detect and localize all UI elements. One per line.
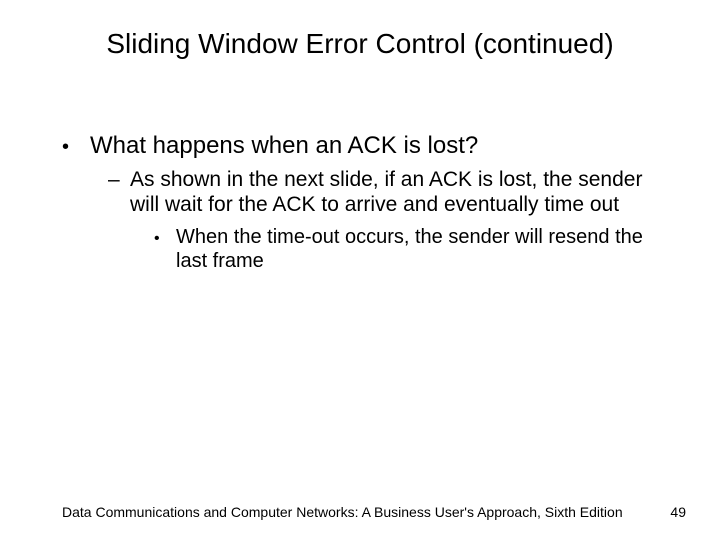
footer-text: Data Communications and Computer Network… [62, 504, 623, 520]
page-number: 49 [670, 504, 686, 520]
bullet-dot-icon [154, 225, 176, 273]
bullet-dash-icon [108, 167, 130, 217]
bullet-text: What happens when an ACK is lost? [90, 132, 670, 161]
slide-body: What happens when an ACK is lost? As sho… [62, 132, 670, 273]
slide-title: Sliding Window Error Control (continued) [0, 28, 720, 60]
bullet-level-2: As shown in the next slide, if an ACK is… [108, 167, 670, 217]
bullet-level-3: When the time-out occurs, the sender wil… [154, 225, 670, 273]
bullet-text: As shown in the next slide, if an ACK is… [130, 167, 670, 217]
bullet-level-1: What happens when an ACK is lost? [62, 132, 670, 161]
bullet-text: When the time-out occurs, the sender wil… [176, 225, 670, 273]
slide: Sliding Window Error Control (continued)… [0, 0, 720, 540]
bullet-dot-icon [62, 132, 90, 161]
